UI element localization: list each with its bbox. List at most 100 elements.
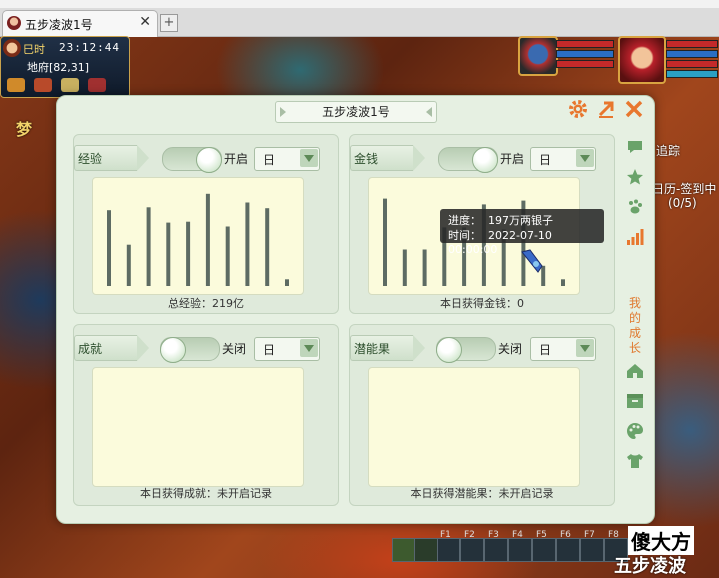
chat-icon[interactable] — [624, 138, 646, 160]
chart-bar[interactable] — [245, 202, 250, 287]
period-select[interactable]: 日 — [530, 337, 596, 361]
chevron-down-icon — [576, 339, 594, 357]
chart-bar[interactable] — [561, 279, 565, 286]
close-icon[interactable] — [623, 98, 645, 120]
rail-my-growth[interactable]: 我的成长 — [626, 296, 644, 356]
quest-track-label[interactable]: 追踪 — [656, 142, 680, 159]
card-tag: 经验 — [74, 145, 149, 171]
toggle-label: 关闭 — [222, 342, 247, 356]
player-avatar[interactable] — [3, 39, 21, 57]
chart-bar[interactable] — [205, 193, 210, 286]
box-icon[interactable] — [624, 392, 646, 414]
growth-panel: 五步凌波1号 经验 开启 日 总经验：219亿 金钱 开启 日 本日获得金钱：0… — [56, 95, 655, 524]
card-caption: 本日获得成就：未开启记录 — [140, 487, 272, 500]
panel-side-rail: 我的成长 — [618, 136, 654, 468]
pet-mp-bar — [556, 50, 614, 58]
title-right-arrow-icon — [426, 107, 432, 117]
watermark: 傻大方 五步凌波 — [614, 526, 718, 577]
signal-icon[interactable] — [624, 228, 646, 250]
star-icon[interactable] — [624, 168, 646, 190]
shop-icon[interactable] — [34, 78, 53, 92]
toggle-knob — [436, 337, 462, 363]
toggle-knob — [472, 147, 498, 173]
card-tag-tip — [413, 145, 425, 171]
chart-bar[interactable] — [285, 279, 289, 286]
skill-slot[interactable] — [556, 538, 580, 562]
period-select[interactable]: 日 — [254, 337, 320, 361]
chart-tooltip: 进度： 197万两银子 时间： 2022-07-10 00:00:00 — [440, 209, 604, 256]
shirt-icon[interactable] — [624, 452, 646, 474]
player-exp-bar — [666, 70, 718, 78]
side-left-label: 梦 — [16, 120, 33, 139]
map-location[interactable]: 地府[82,31] — [27, 59, 89, 75]
skill-slot[interactable] — [508, 538, 532, 562]
paw-icon[interactable] — [624, 198, 646, 220]
card-experience: 经验 开启 日 总经验：219亿 — [73, 134, 339, 314]
select-value: 日 — [539, 153, 552, 167]
tooltip-progress-label: 进度： — [448, 214, 481, 227]
map-icon[interactable] — [7, 78, 25, 92]
game-time: 23:12:44 — [59, 41, 120, 54]
period-select[interactable]: 日 — [530, 147, 596, 171]
chart-bar[interactable] — [146, 207, 151, 286]
card-tag-label: 金钱 — [354, 152, 379, 166]
card-tag-label: 成就 — [78, 342, 103, 356]
bag-icon[interactable] — [61, 78, 80, 92]
chart-bar[interactable] — [126, 244, 131, 286]
tooltip-time-label: 时间： — [448, 229, 481, 242]
card-tag-tip — [137, 335, 149, 361]
home-icon[interactable] — [624, 362, 646, 384]
skill-bar: F1 F2 F3 F4 F5 F6 F7 F8 — [392, 530, 628, 562]
card-tag-tip — [137, 145, 149, 171]
tab-close-icon[interactable]: ✕ — [139, 14, 151, 30]
card-caption: 总经验：219亿 — [168, 297, 244, 310]
player-hp-bar — [666, 40, 718, 48]
player-portrait[interactable] — [618, 36, 666, 84]
card-tag: 潜能果 — [350, 335, 425, 361]
gear-icon[interactable] — [567, 98, 589, 120]
achievement-toggle[interactable] — [160, 337, 220, 363]
tab-title: 五步凌波1号 — [25, 18, 93, 32]
scroll-slot[interactable] — [414, 538, 438, 562]
palette-icon[interactable] — [624, 422, 646, 444]
select-value: 日 — [263, 343, 276, 357]
mouse-cursor-icon — [520, 248, 546, 278]
watermark-sub: 五步凌波 — [614, 556, 686, 577]
money-toggle[interactable] — [438, 147, 498, 173]
card-caption: 本日获得金钱：0 — [440, 297, 524, 310]
new-tab-button[interactable]: + — [160, 14, 178, 32]
pet-portrait[interactable] — [518, 36, 558, 76]
select-value: 日 — [539, 343, 552, 357]
chart-bar[interactable] — [383, 198, 387, 286]
skill-slot[interactable] — [580, 538, 604, 562]
pet-hp-bar — [556, 40, 614, 48]
chart-bar[interactable] — [265, 208, 270, 286]
chart-bar[interactable] — [166, 222, 171, 286]
potential-fruit-toggle[interactable] — [436, 337, 496, 363]
toggle-label: 关闭 — [498, 342, 523, 356]
external-link-icon[interactable] — [595, 98, 617, 120]
chart-bar[interactable] — [225, 226, 230, 287]
quest-line-2: (0/5) — [668, 196, 697, 210]
skill-slot[interactable] — [460, 538, 484, 562]
card-tag: 成就 — [74, 335, 149, 361]
period-select[interactable]: 日 — [254, 147, 320, 171]
chart-bar[interactable] — [186, 221, 191, 286]
browser-top-strip — [0, 0, 719, 8]
browser-tab[interactable]: 五步凌波1号 ✕ — [2, 10, 158, 37]
party-portraits — [516, 36, 719, 84]
skill-slot[interactable] — [484, 538, 508, 562]
tab-favicon-icon — [7, 16, 21, 30]
toggle-knob — [160, 337, 186, 363]
panel-title-box: 五步凌波1号 — [275, 101, 437, 123]
chart-bar[interactable] — [402, 249, 407, 287]
chart-bar[interactable] — [107, 210, 111, 286]
card-tag: 金钱 — [350, 145, 425, 171]
chart-bar[interactable] — [422, 249, 427, 287]
experience-toggle[interactable] — [162, 147, 222, 173]
skill-slot[interactable] — [532, 538, 556, 562]
skill-slot[interactable] — [436, 538, 460, 562]
settings-slot[interactable] — [392, 538, 416, 562]
quest-line-1[interactable]: 日历-签到中 — [652, 180, 716, 197]
calendar-icon[interactable] — [88, 78, 107, 92]
